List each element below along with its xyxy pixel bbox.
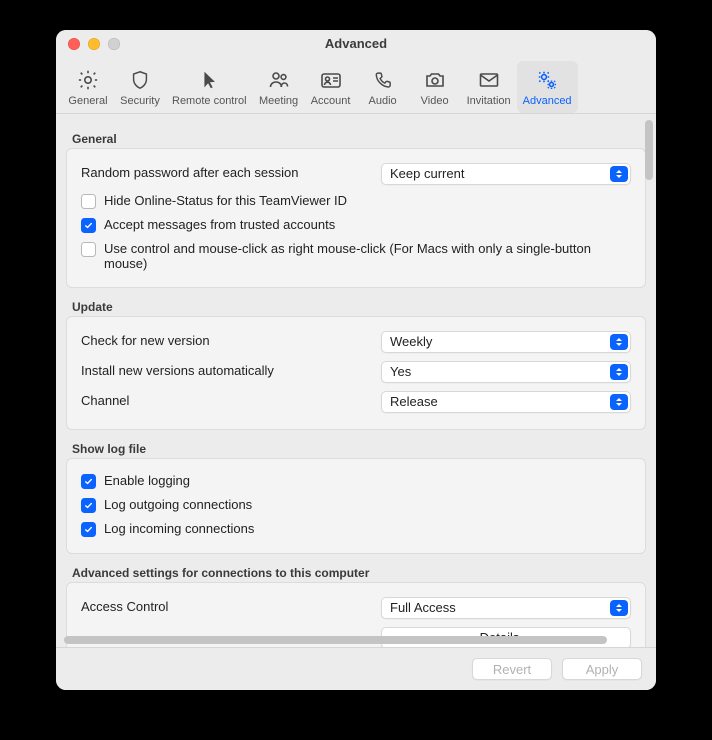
right-click-emulate-label: Use control and mouse-click as right mou… <box>104 241 631 271</box>
tab-advanced[interactable]: Advanced <box>517 61 578 113</box>
select-value: Keep current <box>390 166 464 181</box>
tab-label: Account <box>311 95 351 107</box>
channel-select[interactable]: Release <box>381 391 631 413</box>
cursor-icon <box>198 67 220 93</box>
vertical-scrollbar[interactable] <box>644 120 654 190</box>
tab-label: Meeting <box>259 95 298 107</box>
section-heading-update: Update <box>72 300 646 314</box>
hide-online-status-label: Hide Online-Status for this TeamViewer I… <box>104 193 631 208</box>
section-general: Random password after each session Keep … <box>66 148 646 288</box>
select-value: Yes <box>390 364 411 379</box>
chevron-updown-icon <box>610 166 628 182</box>
section-heading-log: Show log file <box>72 442 646 456</box>
tab-label: Video <box>421 95 449 107</box>
tab-invitation[interactable]: Invitation <box>461 61 517 113</box>
section-heading-access: Advanced settings for connections to thi… <box>72 566 646 580</box>
tab-label: Advanced <box>523 95 572 107</box>
tab-label: Audio <box>369 95 397 107</box>
enable-logging-label: Enable logging <box>104 473 631 488</box>
right-click-emulate-checkbox[interactable] <box>81 242 96 257</box>
preferences-window: Advanced General Security Remote control <box>56 30 656 690</box>
tab-remote-control[interactable]: Remote control <box>166 61 253 113</box>
titlebar: Advanced <box>56 30 656 57</box>
footer: Revert Apply <box>56 647 656 690</box>
window-title: Advanced <box>325 36 387 51</box>
chevron-updown-icon <box>610 334 628 350</box>
hide-online-status-checkbox[interactable] <box>81 194 96 209</box>
people-icon <box>266 67 292 93</box>
tab-label: General <box>68 95 107 107</box>
section-log: Enable logging Log outgoing connections … <box>66 458 646 554</box>
apply-button[interactable]: Apply <box>562 658 642 680</box>
phone-icon <box>372 67 394 93</box>
chevron-updown-icon <box>610 364 628 380</box>
envelope-icon <box>477 67 501 93</box>
gears-icon <box>534 67 560 93</box>
window-controls <box>68 38 120 50</box>
check-version-select[interactable]: Weekly <box>381 331 631 353</box>
tab-label: Invitation <box>467 95 511 107</box>
access-control-select[interactable]: Full Access <box>381 597 631 619</box>
log-incoming-label: Log incoming connections <box>104 521 631 536</box>
content-area: General Random password after each sessi… <box>56 114 656 647</box>
camera-icon <box>423 67 447 93</box>
section-heading-general: General <box>72 132 646 146</box>
toolbar: General Security Remote control Meeting <box>56 57 656 114</box>
tab-video[interactable]: Video <box>409 61 461 113</box>
tab-account[interactable]: Account <box>305 61 357 113</box>
tab-audio[interactable]: Audio <box>357 61 409 113</box>
section-update: Check for new version Weekly Install new… <box>66 316 646 430</box>
revert-button[interactable]: Revert <box>472 658 552 680</box>
log-outgoing-checkbox[interactable] <box>81 498 96 513</box>
enable-logging-checkbox[interactable] <box>81 474 96 489</box>
tab-label: Remote control <box>172 95 247 107</box>
tab-security[interactable]: Security <box>114 61 166 113</box>
select-value: Full Access <box>390 600 456 615</box>
shield-icon <box>129 67 151 93</box>
zoom-window-button[interactable] <box>108 38 120 50</box>
install-auto-select[interactable]: Yes <box>381 361 631 383</box>
button-label: Apply <box>586 662 619 677</box>
select-value: Release <box>390 394 438 409</box>
channel-label: Channel <box>81 391 381 408</box>
close-window-button[interactable] <box>68 38 80 50</box>
chevron-updown-icon <box>610 394 628 410</box>
tab-label: Security <box>120 95 160 107</box>
tab-general[interactable]: General <box>62 61 114 113</box>
random-password-label: Random password after each session <box>81 163 381 180</box>
button-label: Revert <box>493 662 531 677</box>
access-control-label: Access Control <box>81 597 381 614</box>
minimize-window-button[interactable] <box>88 38 100 50</box>
tab-meeting[interactable]: Meeting <box>253 61 305 113</box>
chevron-updown-icon <box>610 600 628 616</box>
gear-icon <box>76 67 100 93</box>
log-incoming-checkbox[interactable] <box>81 522 96 537</box>
check-version-label: Check for new version <box>81 331 381 348</box>
random-password-select[interactable]: Keep current <box>381 163 631 185</box>
accept-trusted-checkbox[interactable] <box>81 218 96 233</box>
accept-trusted-label: Accept messages from trusted accounts <box>104 217 631 232</box>
id-card-icon <box>318 67 344 93</box>
install-auto-label: Install new versions automatically <box>81 361 381 378</box>
select-value: Weekly <box>390 334 432 349</box>
horizontal-scrollbar[interactable] <box>64 635 630 645</box>
log-outgoing-label: Log outgoing connections <box>104 497 631 512</box>
